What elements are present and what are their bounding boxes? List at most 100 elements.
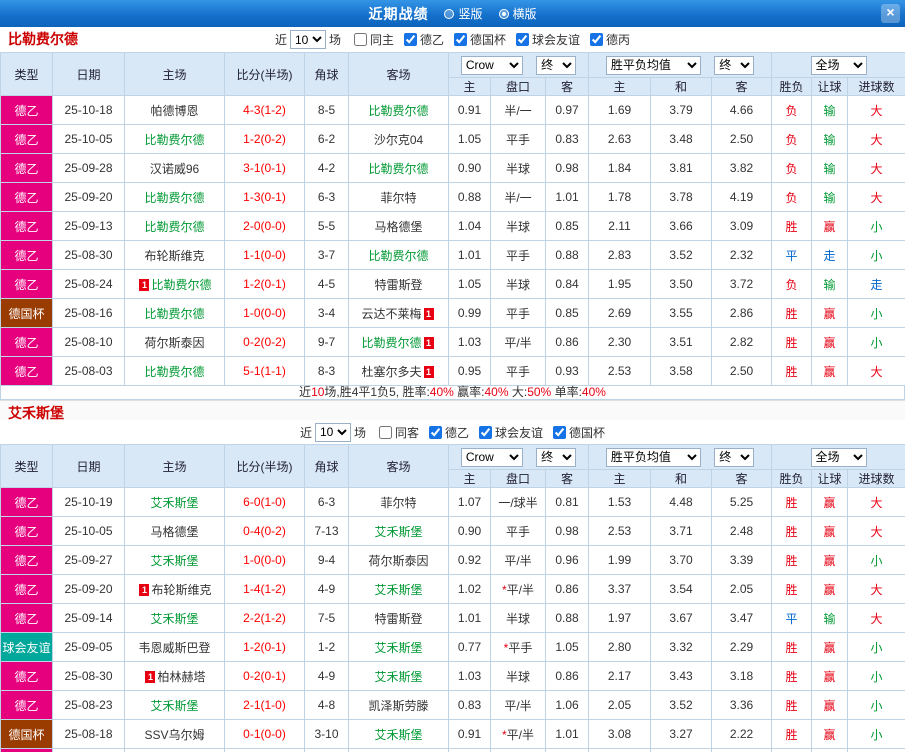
- avg-draw-cell: 3.66: [651, 212, 712, 241]
- goals-result-cell: 走: [848, 270, 905, 299]
- filter-checkbox[interactable]: 球会友谊: [516, 31, 580, 48]
- avg-draw-cell: 3.58: [651, 749, 712, 752]
- summary-segment: 大:: [509, 385, 528, 399]
- radio-selected-icon[interactable]: [499, 9, 509, 19]
- result-cell: 负: [772, 154, 812, 183]
- goals-result-cell: 小: [848, 212, 905, 241]
- filter-checkbox[interactable]: 德国杯: [553, 424, 605, 441]
- checkbox-input[interactable]: [454, 33, 467, 46]
- games-count-select[interactable]: 10: [315, 423, 351, 442]
- team-name: 比勒费尔德: [361, 336, 421, 350]
- result-cell: 胜: [772, 546, 812, 575]
- away-team-cell: 艾禾斯堡: [349, 720, 449, 749]
- home-team-cell: SSV乌尔姆: [125, 720, 225, 749]
- radio-icon[interactable]: [444, 9, 454, 19]
- filter-checkbox[interactable]: 同客: [379, 424, 419, 441]
- score-cell: 6-0(1-0): [225, 488, 305, 517]
- goals-result-cell: 大: [848, 125, 905, 154]
- section-team-name: 比勒费尔德: [8, 27, 78, 52]
- avg-type-select[interactable]: 胜平负均值: [606, 56, 701, 75]
- odds-source-select[interactable]: Crow: [461, 448, 523, 467]
- scope-select[interactable]: 全场: [811, 448, 867, 467]
- checkbox-input[interactable]: [429, 426, 442, 439]
- scope-select[interactable]: 全场: [811, 56, 867, 75]
- col-avg-away: 客: [712, 470, 772, 488]
- corner-cell: 4-9: [305, 575, 349, 604]
- summary-segment: 40%: [485, 385, 509, 399]
- corner-cell: 5-5: [305, 212, 349, 241]
- filter-checkbox-group: 同客德乙球会友谊德国杯: [369, 424, 605, 441]
- filter-checkbox[interactable]: 球会友谊: [479, 424, 543, 441]
- filter-checkbox[interactable]: 德国杯: [454, 31, 506, 48]
- summary-segment: 近: [299, 385, 311, 399]
- avg-away-cell: 2.48: [712, 517, 772, 546]
- score-cell: 5-1(1-1): [225, 357, 305, 386]
- odds-final-select[interactable]: 终: [536, 448, 576, 467]
- avg-draw-cell: 3.70: [651, 546, 712, 575]
- corner-cell: 4-8: [305, 691, 349, 720]
- date-cell: 25-09-20: [53, 183, 125, 212]
- checkbox-input[interactable]: [590, 33, 603, 46]
- close-icon[interactable]: ×: [881, 4, 900, 23]
- handicap-cell: 平/半: [491, 691, 546, 720]
- corner-cell: 1-2: [305, 633, 349, 662]
- result-cell: 胜: [772, 357, 812, 386]
- team-name: 云达不莱梅: [361, 307, 421, 321]
- filter-checkbox[interactable]: 德乙: [429, 424, 469, 441]
- team-name: 比勒费尔德: [368, 104, 428, 118]
- games-count-select[interactable]: 10: [290, 30, 326, 49]
- result-cell: 胜: [772, 517, 812, 546]
- col-corner: 角球: [305, 53, 349, 96]
- col-result: 胜负: [772, 78, 812, 96]
- summary-segment: 胜率:: [402, 385, 429, 399]
- match-row: 德乙25-09-20比勒费尔德1-3(0-1)6-3菲尔特0.88半/一1.01…: [1, 183, 905, 212]
- avg-draw-cell: 3.58: [651, 357, 712, 386]
- avg-away-cell: 4.19: [712, 183, 772, 212]
- avg-draw-cell: 3.78: [651, 183, 712, 212]
- checkbox-input[interactable]: [404, 33, 417, 46]
- team-name: 比勒费尔德: [368, 249, 428, 263]
- checkbox-input[interactable]: [553, 426, 566, 439]
- date-cell: 25-08-24: [53, 270, 125, 299]
- section-head-2: 艾禾斯堡: [0, 400, 905, 420]
- filter-checkbox[interactable]: 德乙: [404, 31, 444, 48]
- avg-final-select[interactable]: 终: [714, 448, 754, 467]
- team-name: 柏林赫塔: [157, 670, 205, 684]
- odds-source-select[interactable]: Crow: [461, 56, 523, 75]
- team-name: 比勒费尔德: [144, 133, 204, 147]
- avg-draw-cell: 4.48: [651, 488, 712, 517]
- avg-away-cell: 2.32: [712, 241, 772, 270]
- home-team-cell: 比勒费尔德: [125, 357, 225, 386]
- filter-controls-2: 近 10 场 同客德乙球会友谊德国杯: [0, 420, 905, 444]
- checkbox-input[interactable]: [479, 426, 492, 439]
- odds-home-cell: 0.92: [449, 546, 491, 575]
- handicap-cell: 半/一: [491, 183, 546, 212]
- handicap-cell: 半球: [491, 604, 546, 633]
- avg-type-select[interactable]: 胜平负均值: [606, 448, 701, 467]
- checkbox-input[interactable]: [354, 33, 367, 46]
- team-name: 荷尔斯泰因: [368, 554, 428, 568]
- filter-checkbox[interactable]: 德丙: [590, 31, 630, 48]
- odds-away-cell: 0.98: [546, 517, 589, 546]
- checkbox-input[interactable]: [516, 33, 529, 46]
- league-cell: 德乙: [1, 328, 53, 357]
- checkbox-input[interactable]: [379, 426, 392, 439]
- handicap-result-cell: 赢: [812, 328, 848, 357]
- col-avg-draw: 和: [651, 470, 712, 488]
- avg-draw-cell: 3.48: [651, 125, 712, 154]
- layout-radio-vertical[interactable]: 竖版: [444, 5, 482, 22]
- avg-final-select[interactable]: 终: [714, 56, 754, 75]
- summary-segment: 40%: [430, 385, 454, 399]
- score-cell: 1-1(0-0): [225, 241, 305, 270]
- handicap-result-cell: 赢: [812, 662, 848, 691]
- layout-radio-horizontal[interactable]: 横版: [499, 5, 537, 22]
- col-odds-away: 客: [546, 470, 589, 488]
- avg-home-cell: 2.05: [589, 691, 651, 720]
- odds-final-select[interactable]: 终: [536, 56, 576, 75]
- date-cell: 25-09-13: [53, 212, 125, 241]
- score-cell: 0-2(0-2): [225, 328, 305, 357]
- match-row: 德乙25-08-10波鸿1-3(1-0)10-0艾禾斯堡10.82平手1.062…: [1, 749, 905, 752]
- date-cell: 25-09-14: [53, 604, 125, 633]
- score-cell: 1-2(0-1): [225, 633, 305, 662]
- filter-checkbox[interactable]: 同主: [354, 31, 394, 48]
